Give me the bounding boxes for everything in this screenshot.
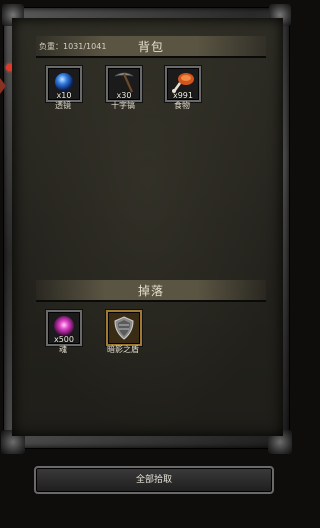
shield-icon [114,316,134,340]
pickup-all-button[interactable]: 全部拾取 [34,466,274,494]
drop-title: 掉落 [137,284,164,298]
side-collapse-arrow-icon[interactable] [0,78,6,94]
item-name: 暗影之盾 [107,345,139,354]
bag-item-slot-lens[interactable]: x10 [46,66,82,102]
bag-item-slot-pickaxe[interactable]: x30 [106,66,142,102]
item-quantity: x500 [53,335,74,344]
bag-header: 负重：1031/1041 背包 [36,36,266,58]
bag-title: 背包 [137,40,164,54]
item-quantity: x10 [56,91,72,100]
bag-item-slot-food[interactable]: x991 [165,66,201,102]
item-name: 食物 [174,101,190,110]
item-quantity: x30 [116,91,132,100]
item-quantity: x991 [172,91,193,100]
drop-item-slot-soul[interactable]: x500 [46,310,82,346]
item-name: 十字镐 [111,101,135,110]
drop-header: 掉落 [36,280,266,302]
item-name: 透镜 [55,101,71,110]
drop-item-slot-shadow-shield[interactable] [106,310,142,346]
item-name: 魂 [59,345,67,354]
